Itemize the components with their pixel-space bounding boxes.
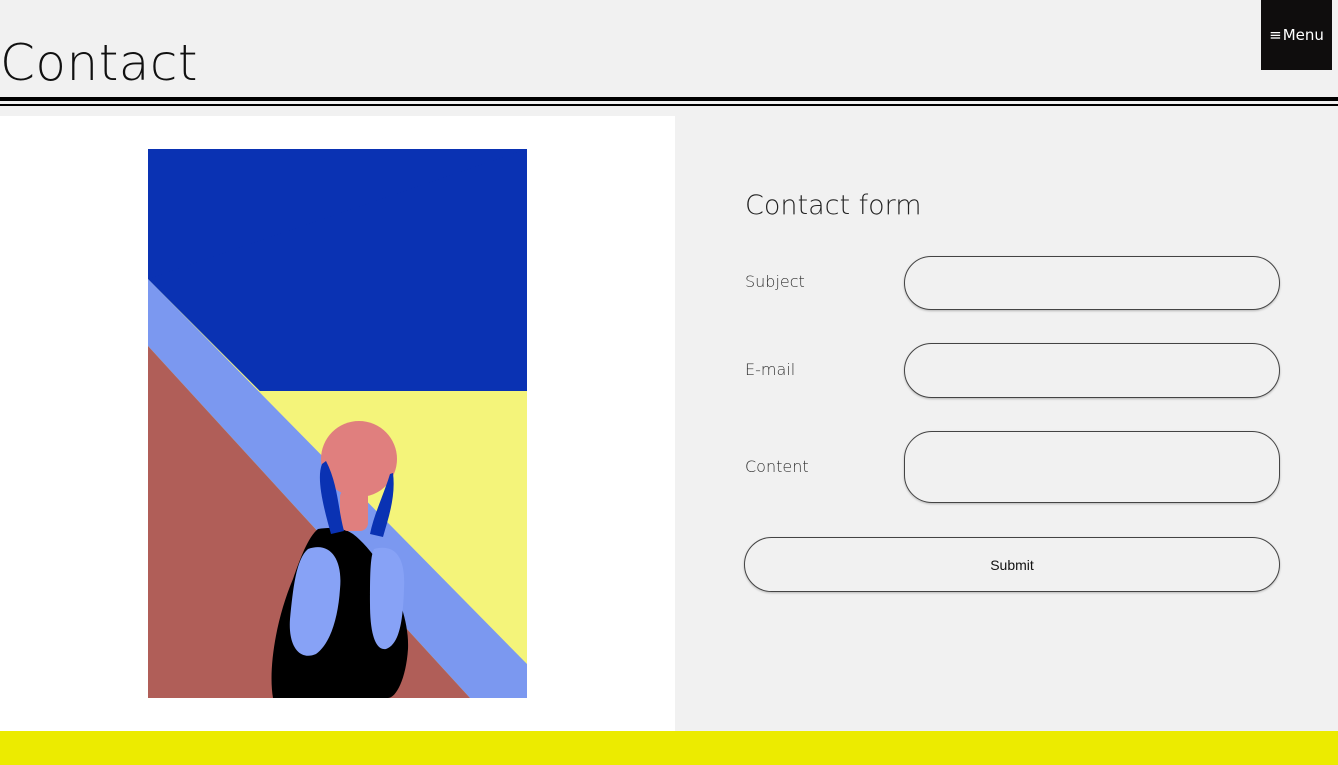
page-title: Contact — [0, 34, 199, 92]
hamburger-icon: ≡ — [1269, 25, 1282, 44]
header-divider-thin — [0, 104, 1338, 106]
email-label: E-mail — [745, 360, 796, 379]
content-textarea[interactable] — [904, 431, 1280, 503]
header-divider — [0, 97, 1338, 101]
email-input[interactable] — [904, 343, 1280, 398]
submit-button[interactable]: Submit — [744, 537, 1280, 592]
image-panel — [0, 116, 675, 731]
subject-label: Subject — [745, 272, 805, 291]
content-label: Content — [745, 457, 809, 476]
artwork-illustration — [148, 149, 527, 698]
menu-label: Menu — [1282, 26, 1324, 44]
contact-form-panel: Contact form Subject E-mail Content Subm… — [675, 116, 1338, 731]
menu-button[interactable]: ≡ Menu — [1261, 0, 1332, 70]
contact-form-title: Contact form — [745, 190, 922, 221]
footer-band — [0, 731, 1338, 765]
subject-input[interactable] — [904, 256, 1280, 310]
